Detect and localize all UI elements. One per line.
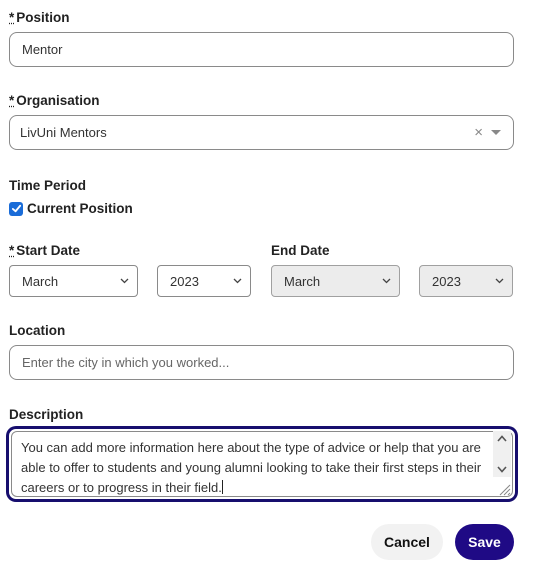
cancel-button[interactable]: Cancel (371, 524, 443, 560)
checkmark-icon (11, 204, 21, 213)
end-month-value: March (284, 273, 321, 289)
start-year-value: 2023 (170, 273, 199, 289)
organisation-value: LivUni Mentors (20, 125, 107, 140)
resize-handle-icon[interactable] (497, 482, 511, 496)
position-label: * Position (9, 10, 70, 25)
location-label: Location (9, 323, 66, 338)
chevron-down-icon (120, 278, 129, 284)
description-value: You can add more information here about … (21, 440, 482, 495)
end-date-label: End Date (271, 243, 330, 258)
current-position-label: Current Position (27, 201, 133, 216)
required-marker: * (9, 10, 15, 25)
organisation-select[interactable]: LivUni Mentors × (9, 115, 514, 150)
scroll-down-icon[interactable] (497, 466, 507, 473)
time-period-label: Time Period (9, 178, 87, 193)
end-year-select[interactable]: 2023 (419, 265, 513, 297)
required-marker: * (9, 243, 15, 258)
location-placeholder: Enter the city in which you worked... (22, 355, 230, 370)
text-caret (221, 480, 223, 494)
current-position-checkbox[interactable] (9, 201, 23, 216)
chevron-down-icon (233, 278, 242, 284)
current-position-row[interactable]: Current Position (9, 201, 133, 216)
dropdown-triangle-icon[interactable] (491, 130, 501, 135)
end-month-select[interactable]: March (271, 265, 400, 297)
start-year-select[interactable]: 2023 (157, 265, 251, 297)
start-month-select[interactable]: March (9, 265, 138, 297)
position-value: Mentor (22, 42, 63, 57)
description-label: Description (9, 407, 84, 422)
end-year-value: 2023 (432, 273, 461, 289)
position-input[interactable]: Mentor (9, 32, 514, 67)
location-input[interactable]: Enter the city in which you worked... (9, 345, 514, 380)
start-date-label: * Start Date (9, 243, 81, 258)
clear-icon[interactable]: × (474, 125, 483, 140)
description-textarea[interactable]: You can add more information here about … (7, 427, 517, 501)
organisation-label: * Organisation (9, 93, 100, 108)
required-marker: * (9, 93, 15, 108)
chevron-down-icon (495, 278, 504, 284)
start-month-value: March (22, 273, 59, 289)
textarea-scrollbar[interactable] (493, 431, 511, 477)
chevron-down-icon (382, 278, 391, 284)
scroll-up-icon[interactable] (497, 435, 507, 442)
save-button[interactable]: Save (455, 524, 514, 560)
